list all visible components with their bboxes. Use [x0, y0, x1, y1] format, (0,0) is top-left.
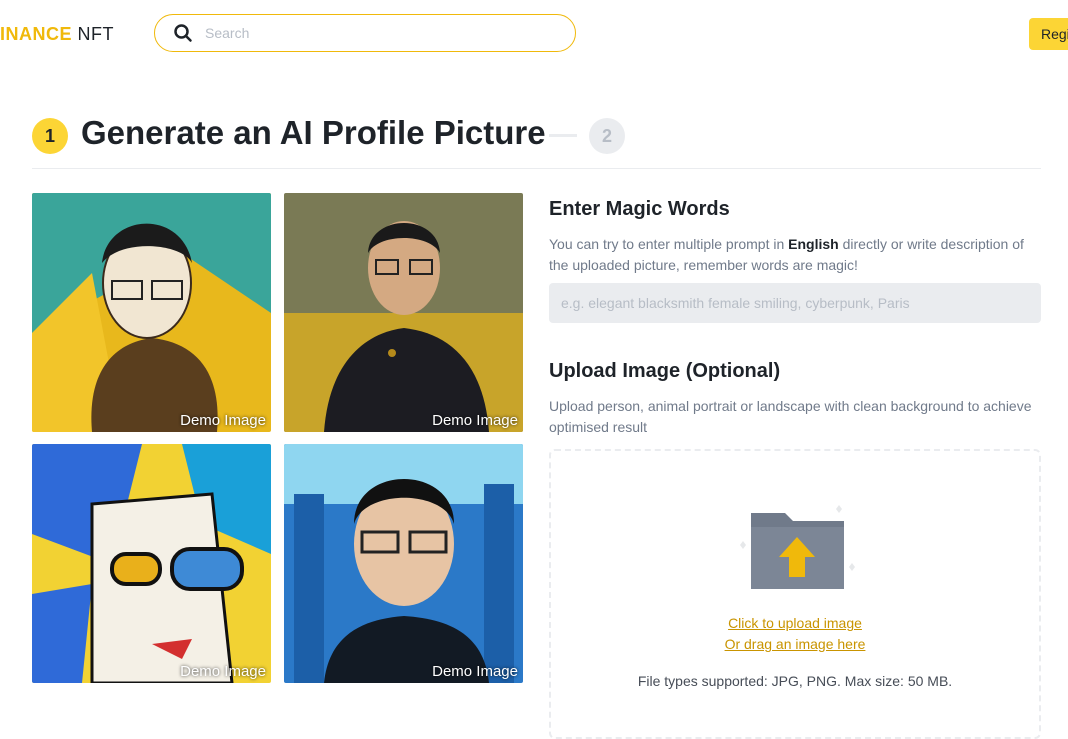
demo-image-label: Demo Image [432, 412, 518, 429]
upload-folder-icon [731, 497, 861, 602]
search-icon [163, 15, 203, 51]
upload-description: Upload person, animal portrait or landsc… [549, 398, 1032, 435]
demo-image-2: Demo Image [284, 193, 523, 432]
divider [32, 168, 1041, 169]
magic-words-description: You can try to enter multiple prompt in … [549, 234, 1041, 276]
upload-dropzone[interactable]: Click to upload image Or drag an image h… [549, 449, 1041, 739]
file-types-note: File types supported: JPG, PNG. Max size… [637, 673, 953, 689]
step-connector [549, 134, 577, 137]
magic-desc-bold: English [788, 236, 839, 252]
logo-brand: INANCE [0, 24, 73, 44]
magic-words-title: Enter Magic Words [549, 198, 730, 220]
demo-image-label: Demo Image [432, 663, 518, 680]
magic-desc-text: You can try to enter multiple prompt in [549, 236, 789, 252]
drag-image-link[interactable]: Or drag an image here [551, 636, 1039, 652]
register-button[interactable]: Regi [1029, 18, 1068, 50]
demo-image-1: Demo Image [32, 193, 271, 432]
step-1-badge: 1 [32, 118, 68, 154]
demo-image-label: Demo Image [180, 412, 266, 429]
step-2-badge: 2 [589, 118, 625, 154]
prompt-input[interactable] [549, 283, 1041, 323]
search-input[interactable] [203, 24, 547, 42]
click-upload-link[interactable]: Click to upload image [551, 615, 1039, 631]
logo-nft: NFT [77, 24, 115, 44]
page-title: Generate an AI Profile Picture [81, 114, 546, 151]
search-bar[interactable] [154, 14, 576, 52]
demo-image-label: Demo Image [180, 663, 266, 680]
demo-image-4: Demo Image [284, 444, 523, 683]
logo[interactable]: INANCE NFT [0, 24, 114, 45]
upload-title: Upload Image (Optional) [549, 360, 781, 382]
demo-image-3: Demo Image [32, 444, 271, 683]
